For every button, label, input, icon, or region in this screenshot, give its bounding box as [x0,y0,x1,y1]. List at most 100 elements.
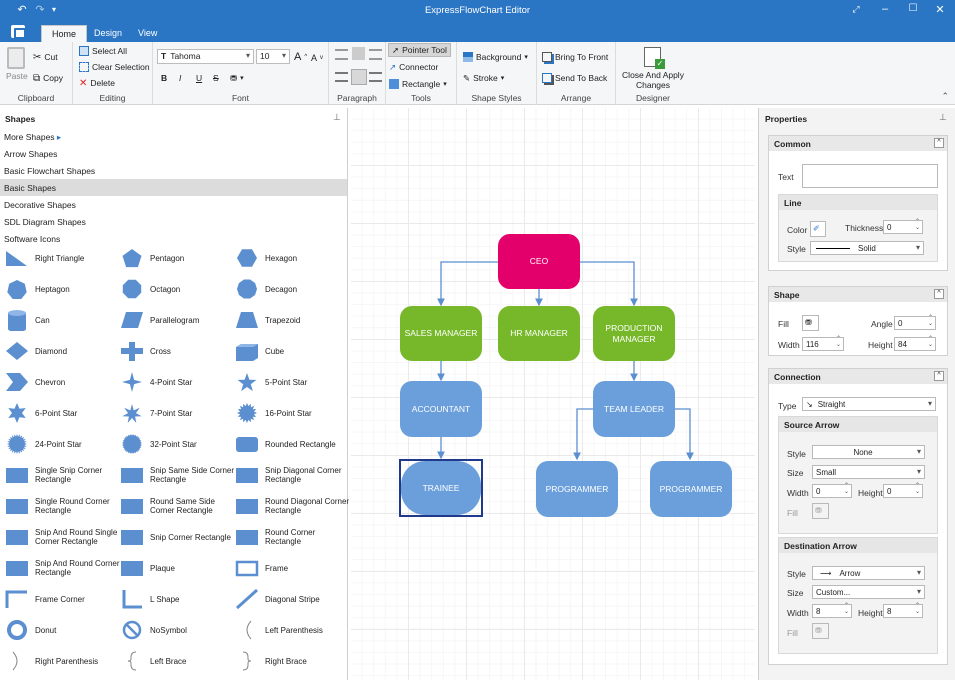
bold-button[interactable]: B [161,71,167,85]
source-arrow-size-select[interactable]: Small [812,465,925,479]
shape-item-cube[interactable]: Cube [235,338,350,364]
shape-category-decorative-shapes[interactable]: Decorative Shapes [0,196,347,213]
shape-category-arrow-shapes[interactable]: Arrow Shapes [0,145,347,162]
tab-design[interactable]: Design [84,25,132,42]
shape-item-round-diagonal-corner-rectangle[interactable]: Round Diagonal Corner Rectangle [235,493,350,519]
font-size-select[interactable]: 10 [256,49,290,64]
shape-item-5-point-star[interactable]: 5-Point Star [235,369,350,395]
align-right-icon[interactable] [369,72,382,82]
shape-width-stepper[interactable]: 116 [802,336,844,351]
shape-item-left-brace[interactable]: Left Brace [120,648,235,674]
minimize-button[interactable]: – [875,3,895,15]
text-input[interactable] [802,164,938,188]
close-window-button[interactable]: ✕ [930,3,950,16]
node-sales-manager[interactable]: SALES MANAGER [400,306,482,361]
shape-item-32-point-star[interactable]: 32-Point Star [120,431,235,457]
shape-item-right-brace[interactable]: Right Brace [235,648,350,674]
tab-home[interactable]: Home [41,25,88,42]
shape-item-hexagon[interactable]: Hexagon [235,245,350,271]
close-and-apply-button[interactable]: Close And Apply Changes [618,70,688,90]
line-color-picker[interactable]: ✐ [810,221,826,237]
pin-icon[interactable]: ⊥ [333,112,341,123]
shape-item-cross[interactable]: Cross [120,338,235,364]
shape-item-l-shape[interactable]: L Shape [120,586,235,612]
shape-item-decagon[interactable]: Decagon [235,276,350,302]
shape-item-frame-corner[interactable]: Frame Corner [5,586,120,612]
shape-item-16-point-star[interactable]: 16-Point Star [235,400,350,426]
connection-type-select[interactable]: ↘ Straight [802,397,936,411]
collapse-shape-button[interactable]: ^ [934,289,944,299]
italic-button[interactable]: I [179,71,181,85]
node-accountant[interactable]: ACCOUNTANT [400,381,482,437]
pointer-tool-button[interactable]: ➚ Pointer Tool [388,43,451,57]
shape-item-single-snip-corner-rectangle[interactable]: Single Snip Corner Rectangle [5,462,120,488]
shape-item-round-corner-rectangle[interactable]: Round Corner Rectangle [235,524,350,550]
node-production-manager[interactable]: PRODUCTION MANAGER [593,306,675,361]
fill-color-picker[interactable]: ⛃ [802,315,819,331]
node-ceo[interactable]: CEO [498,234,580,289]
node-team-leader[interactable]: TEAM LEADER [593,381,675,437]
shape-item-right-triangle[interactable]: Right Triangle [5,245,120,271]
shape-item-snip-corner-rectangle[interactable]: Snip Corner Rectangle [120,524,235,550]
align-bottom-icon[interactable] [369,49,382,60]
font-color-button[interactable]: ⛃ ▾ [230,71,244,85]
source-arrow-height-stepper[interactable]: 0 [883,483,923,498]
node-programmer-1[interactable]: PROGRAMMER [536,461,618,517]
paste-button[interactable]: Paste [6,71,28,81]
source-arrow-style-select[interactable]: None [812,445,925,459]
shape-item-plaque[interactable]: Plaque [120,555,235,581]
destination-arrow-width-stepper[interactable]: 8 [812,603,852,618]
app-menu-icon[interactable] [11,25,26,39]
align-top-icon[interactable] [335,49,348,60]
shape-height-stepper[interactable]: 84 [894,336,936,351]
font-family-select[interactable]: T Tahoma [157,49,254,64]
select-all-button[interactable]: Select All [79,44,127,58]
bring-to-front-button[interactable]: Bring To Front [542,50,608,64]
collapse-ribbon-icon[interactable]: ⌃ [941,91,949,102]
shape-category-more-shapes[interactable]: More Shapes ▸ [0,128,347,145]
shape-item-heptagon[interactable]: Heptagon [5,276,120,302]
shape-item-24-point-star[interactable]: 24-Point Star [5,431,120,457]
collapse-common-button[interactable]: ^ [934,138,944,148]
connector[interactable] [675,408,694,461]
strikethrough-button[interactable]: S [213,71,219,85]
destination-arrow-size-select[interactable]: Custom... [812,585,925,599]
align-left-icon[interactable] [335,72,348,82]
shape-category-basic-flowchart-shapes[interactable]: Basic Flowchart Shapes [0,162,347,179]
line-style-select[interactable]: Solid [810,241,924,255]
cut-button[interactable]: ✂ Cut [33,50,58,64]
shape-category-basic-shapes[interactable]: Basic Shapes [0,179,347,196]
shape-item-nosymbol[interactable]: NoSymbol [120,617,235,643]
diagram-canvas[interactable]: CEO SALES MANAGER HR MANAGER PRODUCTION … [351,108,755,680]
shape-item-7-point-star[interactable]: 7-Point Star [120,400,235,426]
shape-item-round-same-side-corner-rectangle[interactable]: Round Same Side Corner Rectangle [120,493,235,519]
shape-item-pentagon[interactable]: Pentagon [120,245,235,271]
connector[interactable] [580,261,638,307]
shape-category-sdl-diagram-shapes[interactable]: SDL Diagram Shapes [0,213,347,230]
shape-item-trapezoid[interactable]: Trapezoid [235,307,350,333]
shape-item-snip-and-round-corner-rectangle[interactable]: Snip And Round Corner Rectangle [5,555,120,581]
copy-button[interactable]: ⧉ Copy [33,71,63,85]
maximize-button[interactable]: ☐ [903,3,923,14]
thickness-stepper[interactable]: 0 [883,219,923,234]
shape-item-diagonal-stripe[interactable]: Diagonal Stripe [235,586,350,612]
shape-item-right-parenthesis[interactable]: Right Parenthesis [5,648,120,674]
shape-item-snip-and-round-single-corner-rectangle[interactable]: Snip And Round Single Corner Rectangle [5,524,120,550]
send-to-back-button[interactable]: Send To Back [542,71,607,85]
delete-button[interactable]: ✕ Delete [79,76,115,90]
align-middle-icon[interactable] [352,47,365,60]
align-center-icon[interactable] [351,69,367,85]
angle-stepper[interactable]: 0 [894,315,936,330]
background-button[interactable]: Background ▾ [463,50,528,64]
pin-icon[interactable]: ⊥ [939,112,947,123]
tab-view[interactable]: View [128,25,167,42]
shape-item-single-round-corner-rectangle[interactable]: Single Round Corner Rectangle [5,493,120,519]
shrink-font-icon[interactable]: Av [311,51,323,65]
destination-arrow-style-select[interactable]: ⟶ Arrow [812,566,925,580]
connector[interactable] [437,261,498,307]
shape-item-snip-diagonal-corner-rectangle[interactable]: Snip Diagonal Corner Rectangle [235,462,350,488]
rectangle-button[interactable]: Rectangle ▾ [389,77,447,91]
shape-item-rounded-rectangle[interactable]: Rounded Rectangle [235,431,350,457]
shape-item-diamond[interactable]: Diamond [5,338,120,364]
shape-item-frame[interactable]: Frame [235,555,350,581]
